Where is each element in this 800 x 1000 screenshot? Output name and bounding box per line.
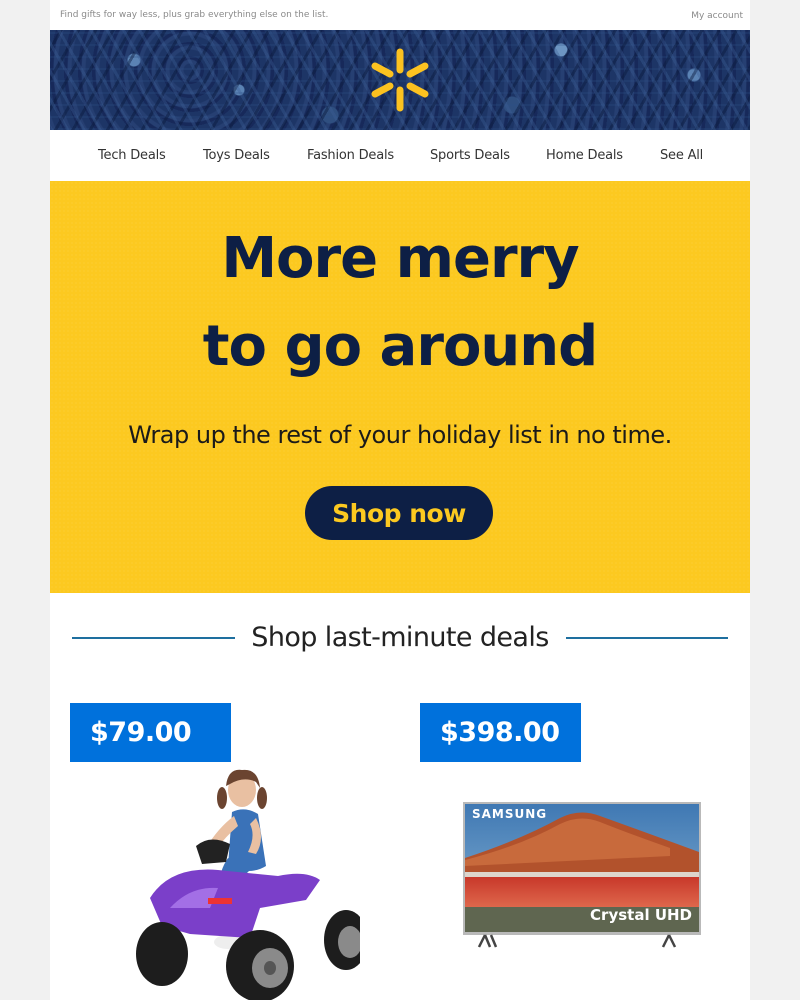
hero-headline-line-2: to go around (202, 314, 599, 379)
walmart-spark-icon[interactable] (368, 46, 432, 114)
product-image-samsung-tv[interactable]: SAMSUNG Crystal UHD (460, 800, 710, 950)
nav-tech-deals[interactable]: Tech Deals (98, 148, 166, 163)
tv-brand-logo: SAMSUNG (472, 807, 547, 821)
email-page: Find gifts for way less, plus grab every… (50, 0, 750, 1000)
preheader: Find gifts for way less, plus grab every… (50, 0, 750, 30)
price-badge[interactable]: $79.00 (70, 703, 231, 762)
section-header: Shop last-minute deals (50, 618, 750, 658)
shop-now-button[interactable]: Shop now (305, 486, 493, 540)
nav-fashion-deals[interactable]: Fashion Deals (307, 148, 394, 163)
header-banner[interactable] (50, 30, 750, 130)
hero-subheadline: Wrap up the rest of your holiday list in… (128, 421, 672, 449)
lake (465, 877, 699, 909)
nav-sports-deals[interactable]: Sports Deals (430, 148, 510, 163)
nav-toys-deals[interactable]: Toys Deals (203, 148, 270, 163)
hero-headline-line-1: More merry (221, 226, 579, 291)
preheader-tagline: Find gifts for way less, plus grab every… (60, 10, 329, 20)
my-account-link[interactable]: My account (691, 11, 743, 21)
tv-stand-right (661, 934, 677, 948)
wheel-front-left (136, 922, 188, 986)
divider-right (566, 637, 728, 639)
nav-home-deals[interactable]: Home Deals (546, 148, 623, 163)
tv-screen-caption: Crystal UHD (590, 906, 692, 924)
hero-banner[interactable]: More merry to go around Wrap up the rest… (50, 181, 750, 593)
quad-handlebars (196, 839, 230, 864)
price-badge[interactable]: $398.00 (420, 703, 581, 762)
tv-stand-left (477, 934, 498, 948)
nav-see-all[interactable]: See All (660, 148, 703, 163)
category-nav: Tech Deals Toys Deals Fashion Deals Spor… (50, 130, 750, 181)
product-image-ride-on-quad[interactable] (110, 758, 360, 1000)
